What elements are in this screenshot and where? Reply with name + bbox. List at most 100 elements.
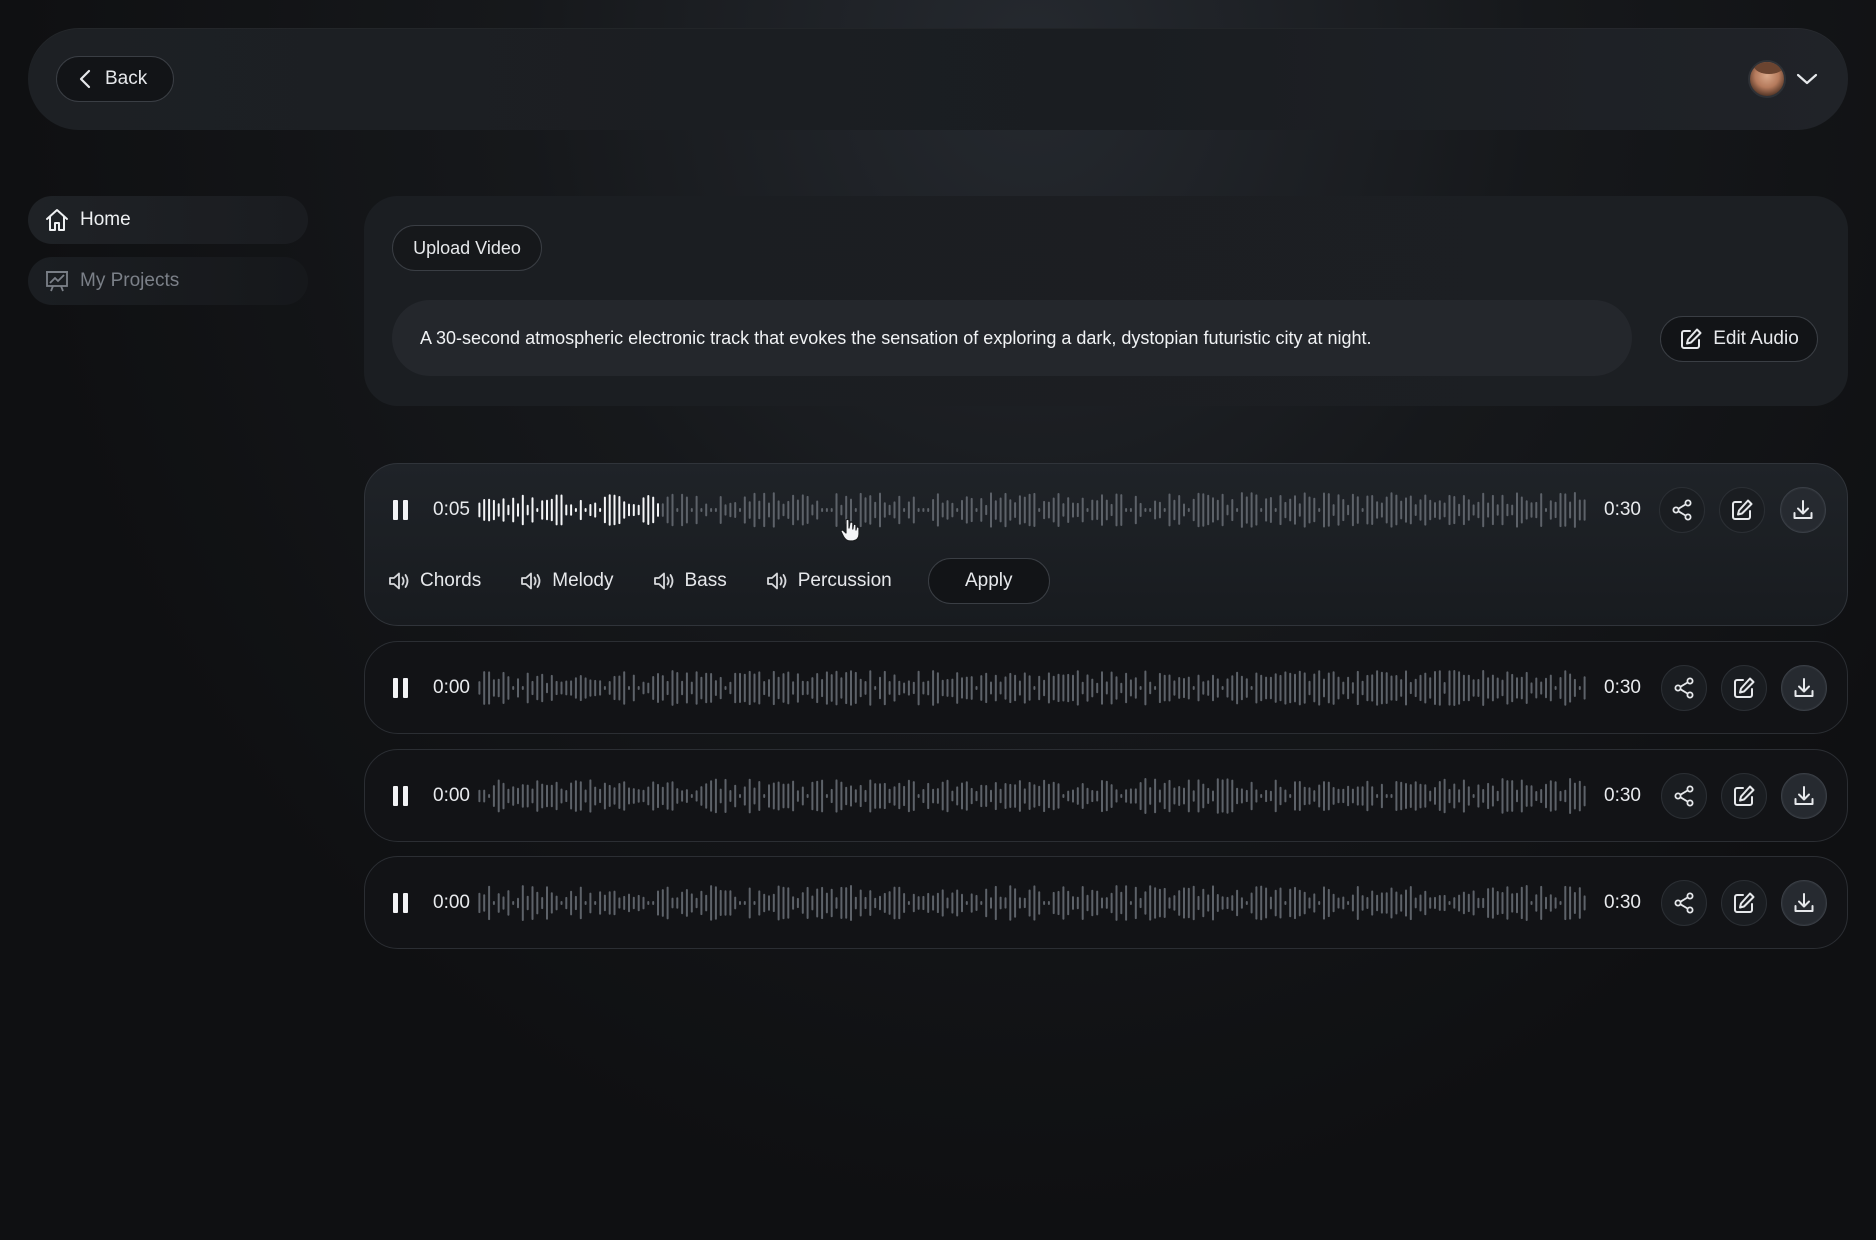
waveform-bar: [502, 896, 505, 910]
edit-track-button[interactable]: [1721, 665, 1767, 711]
waveform-bar: [1139, 897, 1142, 909]
waveform-scrubber[interactable]: [477, 883, 1587, 923]
waveform-bar: [1250, 892, 1253, 914]
share-button[interactable]: [1661, 773, 1707, 819]
waveform-bar: [903, 508, 906, 512]
waveform-bar: [1120, 891, 1123, 915]
download-button[interactable]: [1781, 880, 1827, 926]
waveform-bar: [637, 504, 640, 516]
waveform-bar: [1207, 680, 1210, 696]
waveform-bar: [1004, 897, 1007, 909]
waveform-bar: [536, 508, 539, 512]
waveform-bar: [1294, 886, 1296, 920]
waveform-scrubber[interactable]: [477, 776, 1587, 816]
stem-toggle-bass[interactable]: Bass: [652, 570, 727, 592]
waveform-bar: [821, 679, 824, 698]
stem-toggle-chords[interactable]: Chords: [387, 570, 481, 592]
waveform-bar: [932, 788, 935, 804]
current-time: 0:05: [433, 499, 470, 520]
waveform-bar: [1139, 782, 1142, 811]
waveform-bar: [570, 890, 573, 916]
waveform-bar: [1192, 686, 1195, 690]
waveform-bar: [893, 674, 896, 702]
waveform-bar: [488, 885, 491, 921]
waveform-bar: [1453, 783, 1456, 809]
waveform-bar: [912, 893, 915, 913]
download-button[interactable]: [1781, 665, 1827, 711]
share-button[interactable]: [1659, 487, 1705, 533]
sidebar-item-home[interactable]: Home: [28, 196, 308, 244]
waveform-bar: [1274, 889, 1277, 917]
waveform-bar: [816, 888, 819, 918]
waveform-bar: [1583, 676, 1586, 700]
waveform-bar: [681, 891, 684, 915]
waveform-bar: [1269, 896, 1272, 910]
waveform-bar: [1491, 785, 1494, 807]
waveform-bar: [531, 788, 534, 804]
waveform-bar: [1072, 789, 1074, 803]
share-button[interactable]: [1661, 880, 1707, 926]
waveform-bar: [623, 501, 626, 519]
user-menu[interactable]: [1748, 60, 1818, 98]
waveform-bar: [1506, 886, 1509, 920]
download-button[interactable]: [1780, 487, 1826, 533]
pause-button[interactable]: [393, 893, 411, 913]
waveform-bar: [521, 494, 524, 526]
prompt-text-field[interactable]: A 30-second atmospheric electronic track…: [392, 300, 1632, 376]
waveform-bar: [1274, 508, 1277, 512]
waveform-bar: [603, 686, 606, 690]
waveform-bar: [999, 896, 1002, 910]
waveform-bar: [994, 500, 997, 520]
waveform-bar: [1076, 502, 1079, 518]
sidebar-item-my-projects[interactable]: My Projects: [28, 257, 308, 305]
waveform-bar: [927, 508, 930, 512]
waveform-scrubber[interactable]: [477, 668, 1587, 708]
waveform-bar: [1004, 676, 1007, 700]
stem-toggle-melody[interactable]: Melody: [519, 570, 614, 592]
waveform-bar: [1535, 677, 1538, 699]
waveform-bar: [874, 783, 877, 809]
waveform-bar: [599, 788, 602, 804]
waveform-bar: [1110, 503, 1113, 517]
stem-toggle-percussion[interactable]: Percussion: [765, 570, 892, 592]
waveform-bar: [1028, 889, 1031, 917]
waveform-bar: [1549, 500, 1552, 520]
edit-track-button[interactable]: [1721, 880, 1767, 926]
waveform-bar: [768, 784, 770, 808]
pause-button[interactable]: [393, 678, 411, 698]
waveform-bar: [883, 782, 886, 810]
waveform-bar: [507, 890, 510, 916]
waveform-bar: [922, 789, 925, 804]
edit-track-button[interactable]: [1719, 487, 1765, 533]
waveform-bar: [806, 495, 809, 524]
waveform-bar: [734, 896, 737, 910]
waveform-bar: [1120, 794, 1123, 798]
waveform-scrubber[interactable]: [477, 490, 1587, 530]
chevron-down-icon[interactable]: [1796, 72, 1818, 86]
waveform-bar: [965, 676, 968, 700]
waveform-bar: [1356, 496, 1359, 524]
apply-button[interactable]: Apply: [927, 558, 1050, 604]
waveform-bar: [1144, 778, 1147, 814]
waveform-bar: [1018, 780, 1021, 812]
waveform-bar: [1279, 887, 1282, 919]
waveform-bar: [874, 686, 877, 690]
upload-video-button[interactable]: Upload Video: [392, 225, 542, 271]
waveform-bar: [917, 670, 920, 706]
back-button[interactable]: Back: [56, 56, 174, 102]
waveform-bar: [956, 508, 959, 512]
share-button[interactable]: [1661, 665, 1707, 711]
waveform-bar: [1419, 499, 1422, 521]
user-avatar[interactable]: [1748, 60, 1786, 98]
waveform-bar: [845, 672, 848, 705]
download-button[interactable]: [1781, 773, 1827, 819]
waveform-bar: [1052, 891, 1055, 915]
pause-button[interactable]: [393, 500, 411, 520]
edit-track-button[interactable]: [1721, 773, 1767, 819]
pause-button[interactable]: [393, 786, 411, 806]
waveform-bar: [825, 892, 828, 914]
edit-audio-button[interactable]: Edit Audio: [1660, 316, 1818, 362]
waveform-bar: [574, 508, 577, 512]
track-card: 0:00 0:30: [364, 641, 1848, 734]
waveform-bar: [700, 786, 703, 806]
